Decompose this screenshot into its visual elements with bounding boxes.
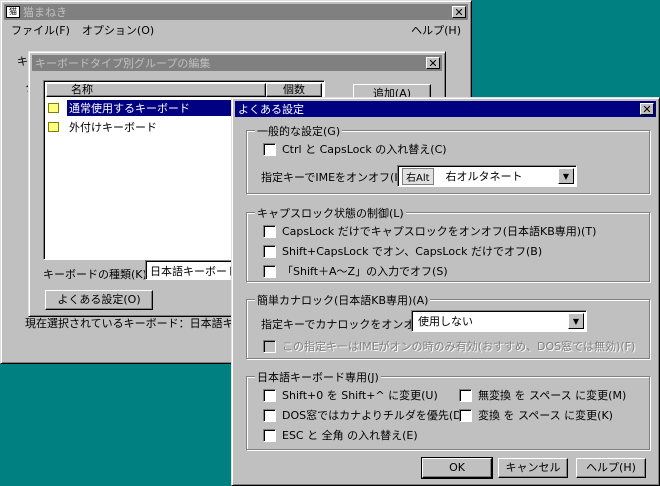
shift0-checkbox[interactable]: Shift+0 を Shift+^ に変更(U) — [263, 387, 438, 403]
common-settings-button[interactable]: よくある設定(O) — [45, 290, 153, 310]
dos-kana-checkbox[interactable]: DOS窓ではカナよりチルダを優先(D) — [263, 407, 466, 423]
cancel-button[interactable]: キャンセル — [498, 458, 568, 478]
ok-button[interactable]: OK — [421, 457, 493, 479]
main-title: 猫まねき — [23, 6, 67, 19]
general-legend: 一般的な設定(G) — [255, 123, 343, 139]
esc-zenkaku-label: ESC と 全角 の入れ替え(E) — [282, 429, 418, 442]
column-header-count[interactable]: 個数 — [266, 83, 322, 97]
shift0-label: Shift+0 を Shift+^ に変更(U) — [282, 389, 438, 402]
help-button[interactable]: ヘルプ(H) — [576, 458, 646, 478]
checkbox-box[interactable] — [263, 264, 276, 278]
partial-label: キ — [17, 55, 28, 68]
main-titlebar[interactable]: 猫 猫まねき ✕ — [4, 4, 468, 20]
caps-option-3-label: 「Shift＋A～Z」の入力でオフ(S) — [282, 265, 448, 278]
muhenkan-label: 無変換 を スペース に変更(M) — [478, 389, 627, 402]
kb-type-label: キーボードの種類(K) — [43, 268, 147, 281]
henkan-label: 変換 を スペース に変更(K) — [478, 409, 613, 422]
key-badge: 右Alt — [402, 167, 434, 185]
caps-option-2-label: Shift+CapsLock でオン、CapsLock だけでオフ(B) — [282, 245, 543, 258]
kana-key-value: 使用しない — [418, 315, 473, 328]
list-item[interactable]: 通常使用するキーボード — [48, 100, 261, 116]
chevron-down-icon[interactable]: ▼ — [558, 168, 574, 184]
status-text: 現在選択されているキーボード：日本語キ — [25, 317, 234, 330]
caps-option-1-label: CapsLock だけでキャプスロックをオンオフ(日本語KB専用)(T) — [282, 225, 597, 238]
checkbox-box[interactable] — [459, 408, 472, 422]
muhenkan-checkbox[interactable]: 無変換 を スペース に変更(M) — [459, 387, 626, 403]
kb-type-value: 日本語キーボード — [150, 265, 238, 278]
checkbox-box[interactable] — [263, 244, 276, 258]
kana-ime-only-label: この指定キーはIMEがオンの時のみ有効(おすすめ、DOS窓では無効)(F) — [282, 340, 636, 353]
checkbox-box[interactable] — [263, 339, 276, 353]
caps-option-3-checkbox[interactable]: 「Shift＋A～Z」の入力でオフ(S) — [263, 263, 448, 279]
list-header: 名称 個数 — [46, 83, 322, 97]
kana-legend: 簡単カナロック(日本語KB専用)(A) — [255, 292, 431, 308]
menu-file[interactable]: ファイル(F) — [5, 22, 76, 38]
checkbox-box[interactable] — [263, 388, 276, 402]
japanese-keyboard-group: 日本語キーボード専用(J) Shift+0 を Shift+^ に変更(U) 無… — [246, 369, 650, 450]
list-item[interactable]: 外付けキーボード — [48, 119, 159, 135]
column-header-name[interactable]: 名称 — [46, 83, 266, 97]
checkbox-box[interactable] — [263, 224, 276, 238]
menu-options[interactable]: オプション(O) — [76, 22, 160, 38]
checkbox-box[interactable] — [263, 428, 276, 442]
henkan-checkbox[interactable]: 変換 を スペース に変更(K) — [459, 407, 613, 423]
swap-ctrl-caps-checkbox[interactable]: Ctrl と CapsLock の入れ替え(C) — [263, 141, 447, 157]
checkbox-box[interactable] — [263, 408, 276, 422]
common-settings-dialog: よくある設定 ✕ 一般的な設定(G) Ctrl と CapsLock の入れ替え… — [231, 97, 660, 486]
main-menubar: ファイル(F) オプション(O) ヘルプ(H) — [5, 21, 467, 39]
esc-zenkaku-checkbox[interactable]: ESC と 全角 の入れ替え(E) — [263, 427, 418, 443]
checkbox-box[interactable] — [263, 142, 276, 156]
checkbox-box[interactable] — [459, 388, 472, 402]
caps-legend: キャプスロック状態の制御(L) — [255, 205, 406, 221]
editor-title: キーボードタイプ別グループの編集 — [35, 57, 211, 70]
folder-icon — [48, 122, 59, 132]
general-settings-group: 一般的な設定(G) Ctrl と CapsLock の入れ替え(C) 指定キーで… — [246, 123, 650, 194]
caps-option-1-checkbox[interactable]: CapsLock だけでキャプスロックをオンオフ(日本語KB専用)(T) — [263, 223, 596, 239]
caps-option-2-checkbox[interactable]: Shift+CapsLock でオン、CapsLock だけでオフ(B) — [263, 243, 542, 259]
ime-key-label-text: 指定キーでIMEをオンオフ(I) — [261, 171, 402, 184]
app-icon: 猫 — [6, 6, 20, 18]
editor-titlebar[interactable]: キーボードタイプ別グループの編集 ✕ — [32, 55, 442, 71]
dos-kana-label: DOS窓ではカナよりチルダを優先(D) — [282, 409, 466, 422]
dialog-titlebar[interactable]: よくある設定 ✕ — [235, 101, 656, 117]
ime-key-value: 右オルタネート — [445, 170, 523, 183]
close-icon[interactable]: ✕ — [452, 6, 466, 18]
kana-ime-only-checkbox[interactable]: この指定キーはIMEがオンの時のみ有効(おすすめ、DOS窓では無効)(F) — [263, 338, 635, 354]
ime-key-select[interactable]: 右Alt 右オルタネート ▼ — [397, 165, 577, 187]
list-item-label: 外付けキーボード — [69, 121, 157, 134]
chevron-down-icon[interactable]: ▼ — [568, 313, 584, 329]
close-icon[interactable]: ✕ — [640, 103, 654, 115]
swap-ctrl-caps-label: Ctrl と CapsLock の入れ替え(C) — [282, 143, 447, 156]
ime-key-label: 指定キーでIMEをオンオフ(I) — [261, 169, 402, 185]
kana-key-select[interactable]: 使用しない ▼ — [411, 310, 587, 332]
dialog-title: よくある設定 — [238, 103, 304, 116]
folder-icon — [48, 103, 59, 113]
kana-lock-group: 簡単カナロック(日本語KB専用)(A) 指定キーでカナロックをオンオフ(N) 使… — [246, 292, 650, 359]
close-icon[interactable]: ✕ — [426, 57, 440, 69]
jp-legend: 日本語キーボード専用(J) — [255, 369, 381, 385]
capslock-control-group: キャプスロック状態の制御(L) CapsLock だけでキャプスロックをオンオフ… — [246, 205, 650, 282]
menu-help[interactable]: ヘルプ(H) — [405, 22, 467, 38]
